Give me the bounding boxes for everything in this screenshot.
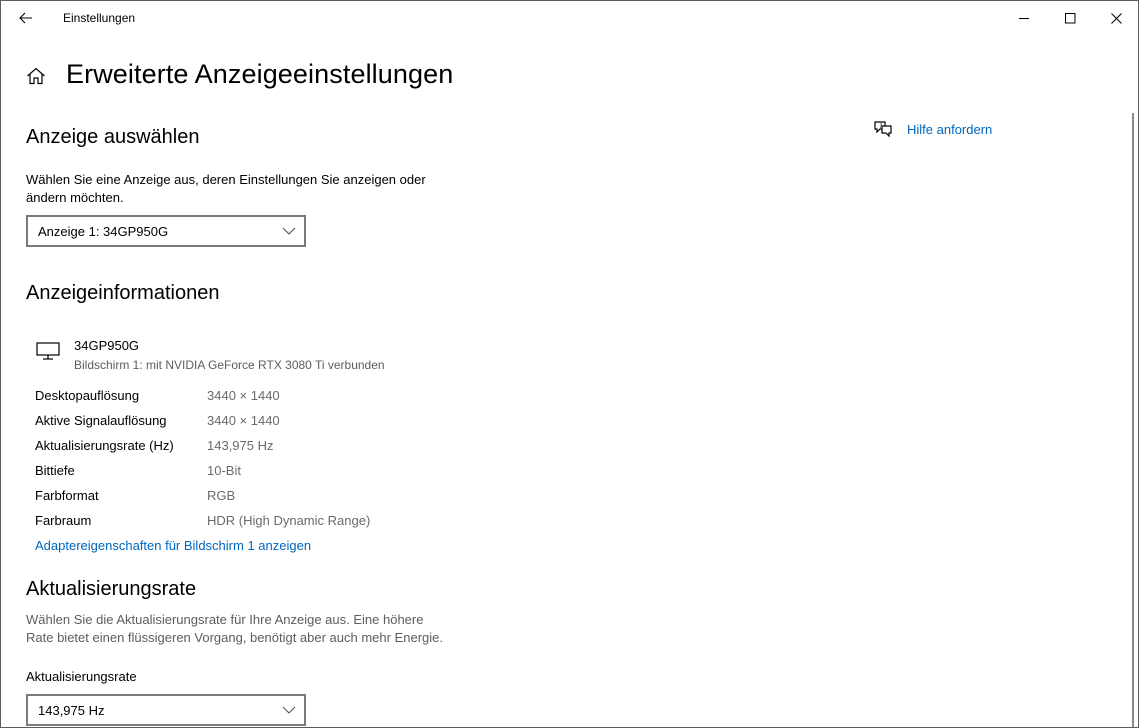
info-value: HDR (High Dynamic Range) [207,513,371,528]
section-title-display-info: Anzeigeinformationen [26,282,220,304]
home-button[interactable] [23,63,49,89]
info-row-color-space: Farbraum HDR (High Dynamic Range) [35,513,535,533]
info-label: Aktualisierungsrate (Hz) [35,438,174,453]
chevron-down-icon [282,227,296,235]
back-arrow-icon [19,12,32,24]
refresh-rate-value: 143,975 Hz [38,702,105,718]
info-row-refresh-rate: Aktualisierungsrate (Hz) 143,975 Hz [35,438,535,458]
chevron-down-icon [282,706,296,714]
help-link[interactable]: ? Hilfe anfordern [873,118,992,140]
info-value: RGB [207,488,236,503]
info-label: Farbformat [35,488,99,503]
info-row-active-signal-resolution: Aktive Signalauflösung 3440 × 1440 [35,413,535,433]
info-label: Aktive Signalauflösung [35,413,167,428]
home-icon [27,67,45,85]
app-title: Einstellungen [63,11,136,25]
info-value: 10-Bit [207,463,241,478]
refresh-rate-field-label: Aktualisierungsrate [26,669,137,684]
page-title: Erweiterte Anzeigeeinstellungen [66,59,454,89]
info-value: 143,975 Hz [207,438,274,453]
info-row-color-format: Farbformat RGB [35,488,535,508]
refresh-rate-description-line2: Rate bietet einen flüssigeren Vorgang, b… [26,630,443,645]
info-value: 3440 × 1440 [207,413,280,428]
help-link-label: Hilfe anfordern [907,121,993,137]
section-title-refresh-rate: Aktualisierungsrate [26,578,197,600]
refresh-rate-description-line1: Wählen Sie die Aktualisierungsrate für I… [26,612,424,627]
minimize-icon [1018,17,1029,19]
display-name: 34GP950G [74,338,140,353]
title-bar: Einstellungen [1,1,1138,35]
info-label: Farbraum [35,513,92,528]
display-select-dropdown[interactable]: Anzeige 1: 34GP950G [26,215,306,247]
info-row-bit-depth: Bittiefe 10-Bit [35,463,535,483]
select-display-description-line1: Wählen Sie eine Anzeige aus, deren Einst… [26,172,426,187]
select-display-description-line2: ändern möchten. [26,190,124,205]
monitor-icon [36,342,60,360]
info-label: Desktopauflösung [35,388,140,403]
section-title-select-display: Anzeige auswählen [26,126,200,148]
settings-window: Einstellungen Erweiterte Anzeigeeinstell… [0,0,1139,728]
back-button[interactable] [9,5,43,31]
refresh-rate-dropdown[interactable]: 143,975 Hz [26,694,306,726]
display-connection: Bildschirm 1: mit NVIDIA GeForce RTX 308… [74,358,385,372]
maximize-icon [1064,12,1075,23]
scrollbar[interactable] [1132,113,1134,727]
svg-text:?: ? [879,123,882,130]
display-select-value: Anzeige 1: 34GP950G [38,223,169,239]
close-button[interactable] [1093,1,1138,35]
info-label: Bittiefe [35,463,75,478]
info-row-desktop-resolution: Desktopauflösung 3440 × 1440 [35,388,535,408]
chat-help-icon: ? [874,121,892,138]
close-icon [1110,12,1122,24]
adapter-properties-link[interactable]: Adaptereigenschaften für Bildschirm 1 an… [35,538,311,553]
info-value: 3440 × 1440 [207,388,280,403]
minimize-button[interactable] [1001,1,1047,35]
maximize-button[interactable] [1047,1,1093,35]
